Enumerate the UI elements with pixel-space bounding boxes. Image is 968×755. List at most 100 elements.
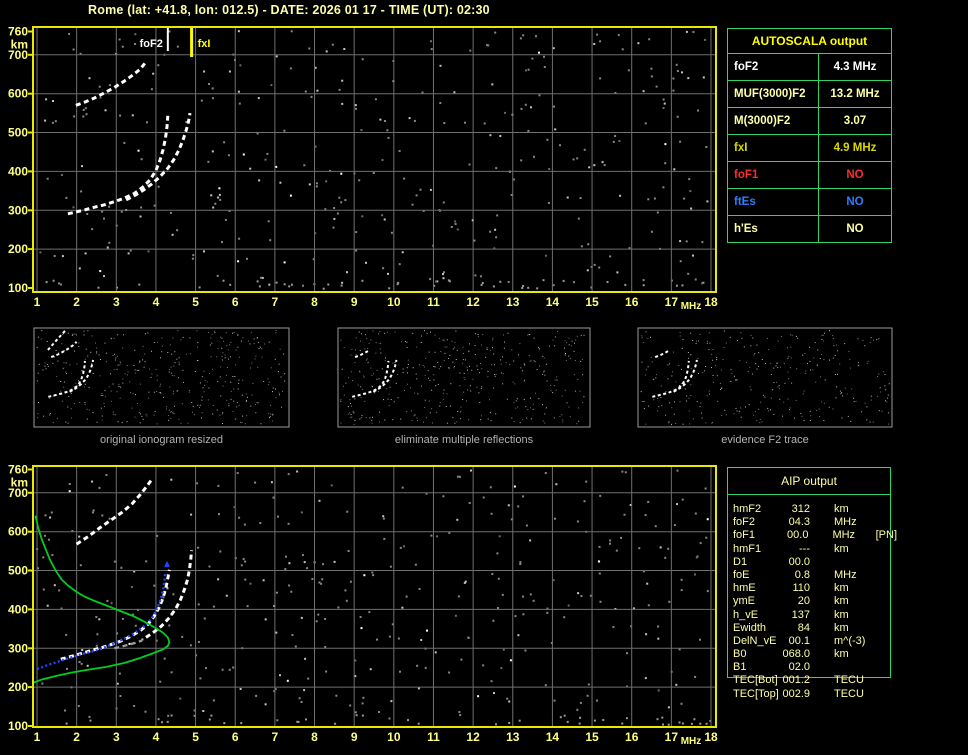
parameter-label: foF2 xyxy=(728,54,819,80)
aip-row-tec-bot: TEC[Bot] 001.2 TECU xyxy=(727,674,897,687)
parameter-value: 02.0 xyxy=(788,661,810,674)
parameter-label: MUF(3000)F2 xyxy=(728,81,819,107)
marker-label-fof2: foF2 xyxy=(140,38,163,50)
parameter-label: Ewidth xyxy=(733,621,767,634)
trace-f2-o-mode-trace xyxy=(67,115,170,216)
top-ionogram-plot: foF2 fxI100200300400500600700760km1 2 3 4 5 6 7… xyxy=(8,25,718,313)
svg-text:2: 2 xyxy=(73,295,80,309)
svg-text:16: 16 xyxy=(625,730,639,744)
autoscala-ionogram-screen: { "header": { "title": "Rome (lat: +41.8… xyxy=(0,0,968,755)
parameter-value: NO xyxy=(846,169,864,181)
parameter-unit: MHz xyxy=(834,516,857,529)
parameter-value: 00.0 xyxy=(788,555,810,568)
parameter-value: --- xyxy=(799,542,810,555)
autoscala-row-fof2: foF2 4.3 MHz xyxy=(728,54,891,81)
parameter-label: D1 xyxy=(733,555,748,568)
svg-text:14: 14 xyxy=(546,295,560,309)
autoscala-row-ftes: ftEs NO xyxy=(728,189,891,216)
parameter-value: 002.9 xyxy=(782,687,810,700)
aip-row-b0: B0 068.0 km xyxy=(727,648,897,661)
thumbnail-caption-evidence: evidence F2 trace xyxy=(721,434,809,446)
autoscala-output-rows: foF2 4.3 MHz MUF(3000)F2 13.2 MHz M(3000)F2 3… xyxy=(728,54,891,242)
svg-text:11: 11 xyxy=(427,730,440,744)
aip-row-b1: B1 02.0 xyxy=(727,661,897,674)
svg-text:9: 9 xyxy=(351,295,358,309)
y-axis-unit: km xyxy=(11,38,28,52)
svg-text:17: 17 xyxy=(665,295,679,309)
parameter-value: 84 xyxy=(797,621,810,634)
y-axis-labels: 100200300400500600700760km xyxy=(8,25,33,295)
parameter-value: 0.8 xyxy=(794,568,810,581)
parameter-unit: km xyxy=(834,542,849,555)
x-axis-unit: MHz xyxy=(681,301,702,312)
aip-row-hmf2: hmF2 312 km xyxy=(727,503,897,516)
svg-text:400: 400 xyxy=(8,164,28,178)
trace-f2-x-mode-trace xyxy=(145,550,194,639)
parameter-unit: km xyxy=(834,621,849,634)
parameter-unit: MHz xyxy=(834,568,857,581)
svg-text:7: 7 xyxy=(272,730,279,744)
parameter-label: foF1 xyxy=(728,162,819,188)
parameter-label: B0 xyxy=(733,648,747,661)
autoscala-output-table: AUTOSCALA output foF2 4.3 MHz MUF(3000)F2 1… xyxy=(727,28,892,243)
svg-text:18: 18 xyxy=(704,730,718,744)
aip-output-header: AIP output xyxy=(728,468,890,495)
plot-border xyxy=(32,26,717,293)
parameter-label: TEC[Bot] xyxy=(733,674,778,687)
trace-electron-density-profile xyxy=(33,515,171,684)
svg-text:9: 9 xyxy=(351,730,358,744)
noise-layer xyxy=(39,30,709,290)
trace-restored-isolated-point xyxy=(164,560,171,567)
svg-text:16: 16 xyxy=(625,295,639,309)
trace-restored-o-trace xyxy=(36,573,167,671)
parameter-label: DelN_vE xyxy=(733,634,777,647)
parameter-unit xyxy=(834,661,876,674)
aip-row-hme: hmE 110 km xyxy=(727,582,897,595)
parameter-label: B1 xyxy=(733,661,747,674)
autoscala-output-header: AUTOSCALA output xyxy=(728,29,891,54)
svg-text:15: 15 xyxy=(585,295,599,309)
parameter-value: 13.2 MHz xyxy=(830,88,880,100)
parameter-value: 001.2 xyxy=(782,674,810,687)
x-axis-unit: MHz xyxy=(681,736,702,747)
parameter-label: foF1 xyxy=(733,529,756,542)
y-axis-labels: 100200300400500600700760km xyxy=(8,463,33,733)
svg-text:7: 7 xyxy=(272,295,279,309)
parameter-label: hmF2 xyxy=(733,503,762,515)
parameter-unit: km xyxy=(834,648,849,661)
svg-text:2: 2 xyxy=(73,730,80,744)
aip-row-h-ve: h_vE 137 km xyxy=(727,609,897,622)
svg-text:500: 500 xyxy=(8,126,28,140)
svg-text:12: 12 xyxy=(466,730,480,744)
autoscala-row-h-es: h'Es NO xyxy=(728,216,891,242)
parameter-unit: TECU xyxy=(834,674,864,687)
x-axis-labels: 1 2 3 4 5 6 7 8 9 10 11 12 13 14 15 16 17 18MHz xyxy=(34,730,718,747)
parameter-label: ymE xyxy=(733,595,755,608)
parameter-value: 00.1 xyxy=(788,634,810,647)
parameter-value: 00.0 xyxy=(787,529,809,542)
parameter-extra: [PN] xyxy=(875,529,898,542)
thumbnail-original-ionogram-resized xyxy=(33,327,290,428)
grid-layer xyxy=(33,27,716,292)
autoscala-row-fof1: foF1 NO xyxy=(728,162,891,189)
parameter-value: 20 xyxy=(797,595,810,608)
svg-text:8: 8 xyxy=(311,295,318,309)
svg-text:6: 6 xyxy=(232,295,239,309)
aip-row-yme: ymE 20 km xyxy=(727,595,897,608)
svg-text:14: 14 xyxy=(546,730,560,744)
parameter-label: ftEs xyxy=(728,189,819,215)
autoscala-row-muf-3000-f2: MUF(3000)F2 13.2 MHz xyxy=(728,81,891,108)
svg-text:100: 100 xyxy=(8,281,28,295)
svg-text:200: 200 xyxy=(8,242,28,256)
parameter-label: hmF1 xyxy=(733,542,762,555)
grid-layer xyxy=(33,466,716,727)
svg-text:100: 100 xyxy=(8,719,28,733)
parameter-label: M(3000)F2 xyxy=(728,108,819,134)
aip-row-tec-top: TEC[Top] 002.9 TECU xyxy=(727,688,897,701)
parameter-value: 4.3 MHz xyxy=(833,61,877,73)
autoscala-row-fxi: fxI 4.9 MHz xyxy=(728,135,891,162)
parameter-value: 312 xyxy=(791,503,810,515)
parameter-label: fxI xyxy=(728,135,819,161)
parameter-unit: km xyxy=(834,503,849,515)
svg-text:10: 10 xyxy=(387,730,401,744)
